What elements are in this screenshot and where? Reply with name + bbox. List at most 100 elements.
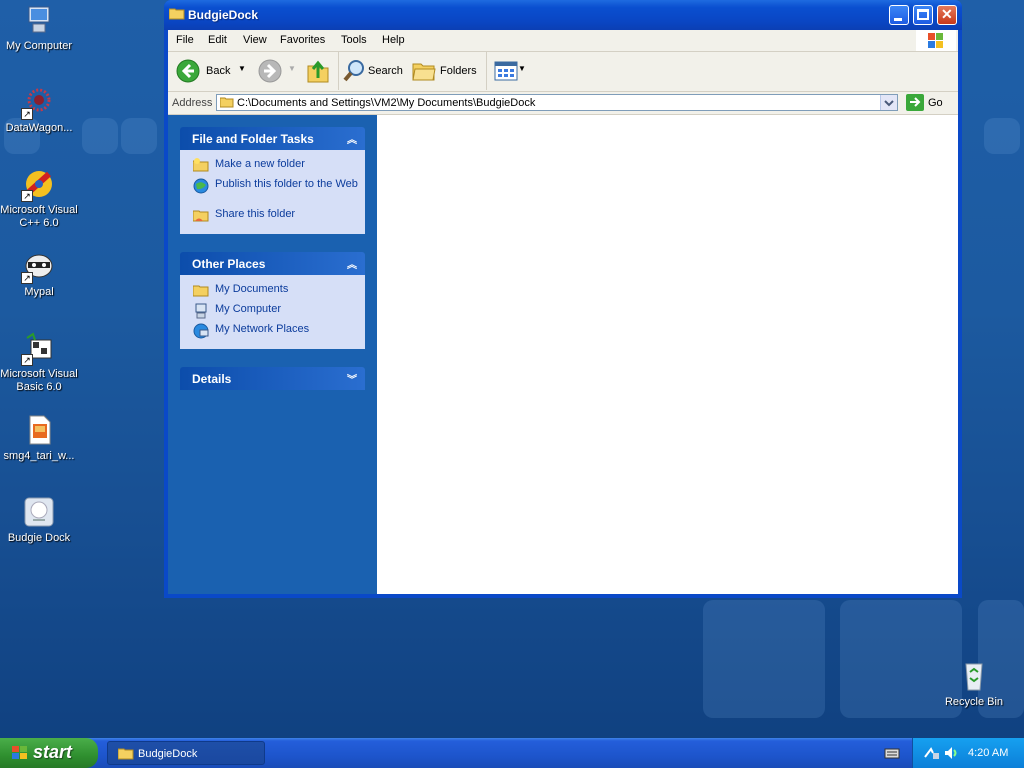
views-button[interactable] — [494, 61, 518, 81]
place-label: My Network Places — [215, 323, 310, 335]
folders-label[interactable]: Folders — [440, 65, 477, 77]
panel-body: My Documents My Computer My Network Plac… — [180, 275, 365, 349]
file-folder-tasks-panel: File and Folder Tasks ︽ Make a new folde… — [180, 127, 365, 234]
maximize-icon — [917, 9, 929, 20]
task-publish-to-web[interactable]: Publish this folder to the Web — [180, 178, 365, 208]
desktop-decor — [121, 118, 157, 154]
file-folder-tasks-header[interactable]: File and Folder Tasks ︽ — [180, 127, 365, 150]
panel-title: File and Folder Tasks — [192, 132, 314, 146]
panel-body: Make a new folder Publish this folder to… — [180, 150, 365, 234]
menu-favorites[interactable]: Favorites — [280, 34, 325, 46]
keyboard-icon[interactable] — [884, 746, 900, 760]
go-label[interactable]: Go — [928, 97, 943, 109]
window-body: File Edit View Favorites Tools Help Back… — [168, 30, 958, 594]
folder-icon — [117, 747, 134, 760]
views-icon — [494, 61, 518, 81]
shortcut-arrow-icon: ↗ — [21, 108, 33, 120]
desktop-icon-label: smg4_tari_w... — [3, 450, 75, 462]
menu-view[interactable]: View — [243, 34, 267, 46]
collapse-icon[interactable]: ︽ — [347, 131, 357, 146]
back-arrow-icon — [176, 59, 200, 83]
folder-content-area[interactable] — [377, 115, 958, 594]
address-input[interactable]: C:\Documents and Settings\VM2\My Documen… — [216, 94, 898, 111]
views-dropdown-icon[interactable]: ▼ — [518, 64, 526, 73]
go-arrow-icon — [906, 94, 924, 111]
visual-basic-icon: ↗ — [21, 332, 55, 366]
place-label: My Computer — [215, 303, 282, 315]
start-label: start — [33, 742, 73, 762]
menu-bar: File Edit View Favorites Tools Help — [168, 30, 958, 52]
desktop-icon-visual-cpp[interactable]: ↗ Microsoft Visual C++ 6.0 — [0, 168, 78, 230]
visual-cpp-icon: ↗ — [21, 168, 55, 202]
desktop-icon-label: Microsoft Visual Basic 6.0 — [0, 368, 78, 393]
place-my-computer[interactable]: My Computer — [180, 303, 365, 323]
place-my-documents[interactable]: My Documents — [180, 283, 365, 303]
menu-edit[interactable]: Edit — [208, 34, 227, 46]
desktop-icon-my-computer[interactable]: My Computer — [0, 4, 78, 53]
desktop-decor — [703, 600, 825, 718]
system-tray: 4:20 AM — [912, 738, 1024, 768]
share-folder-icon — [192, 208, 209, 222]
minimize-button[interactable] — [889, 5, 909, 25]
folders-button[interactable] — [412, 60, 436, 82]
other-places-header[interactable]: Other Places ︽ — [180, 252, 365, 275]
desktop-decor — [984, 118, 1020, 154]
shortcut-arrow-icon: ↗ — [21, 354, 33, 366]
desktop-icon-label: Budgie Dock — [7, 532, 71, 544]
toolbar-divider — [486, 52, 487, 90]
details-panel: Details ︾ — [180, 367, 365, 390]
desktop-icon-mypal[interactable]: ↗ Mypal — [0, 250, 78, 299]
forward-dropdown-icon[interactable]: ▼ — [288, 64, 296, 73]
go-button[interactable] — [906, 94, 924, 111]
mypal-icon: ↗ — [21, 250, 55, 284]
folder-up-icon — [307, 60, 329, 83]
desktop-icon-smg4[interactable]: smg4_tari_w... — [0, 414, 78, 463]
taskbar-button-label: BudgieDock — [138, 748, 198, 760]
expand-icon[interactable]: ︾ — [347, 371, 357, 386]
place-my-network-places[interactable]: My Network Places — [180, 323, 365, 343]
forward-button[interactable] — [258, 59, 282, 83]
new-folder-icon — [192, 158, 209, 172]
start-button[interactable]: start — [0, 738, 98, 768]
clock[interactable]: 4:20 AM — [968, 747, 1008, 759]
title-bar[interactable]: BudgieDock ✕ — [164, 0, 962, 30]
network-tray-icon[interactable] — [923, 745, 941, 761]
folders-icon — [412, 63, 436, 81]
window-title: BudgieDock — [188, 8, 259, 22]
volume-tray-icon[interactable] — [943, 745, 959, 761]
task-pane: File and Folder Tasks ︽ Make a new folde… — [168, 115, 377, 594]
search-button[interactable] — [343, 59, 367, 83]
address-dropdown-button[interactable] — [880, 95, 897, 110]
menu-tools[interactable]: Tools — [341, 34, 367, 46]
up-button[interactable] — [306, 58, 330, 84]
windows-logo-icon — [916, 30, 956, 51]
minimize-icon — [894, 18, 902, 21]
folder-icon — [168, 7, 185, 20]
computer-icon — [193, 303, 209, 319]
menu-help[interactable]: Help — [382, 34, 405, 46]
collapse-icon[interactable]: ︽ — [347, 256, 357, 271]
desktop-icon-recycle-bin[interactable]: Recycle Bin — [935, 660, 1013, 709]
back-label[interactable]: Back — [206, 65, 230, 77]
panel-title: Other Places — [192, 257, 266, 271]
taskbar-button-budgiedock[interactable]: BudgieDock — [107, 741, 265, 765]
search-label[interactable]: Search — [368, 65, 403, 77]
desktop-icon-budgie-dock[interactable]: Budgie Dock — [0, 496, 78, 545]
task-make-new-folder[interactable]: Make a new folder — [180, 158, 365, 178]
maximize-button[interactable] — [913, 5, 933, 25]
menu-file[interactable]: File — [176, 34, 194, 46]
address-bar: Address C:\Documents and Settings\VM2\My… — [168, 92, 958, 115]
shortcut-arrow-icon: ↗ — [21, 272, 33, 284]
desktop-icon-label: DataWagon... — [5, 122, 73, 134]
taskbar: start BudgieDock 4:20 AM — [0, 738, 1024, 768]
desktop-icon-datawagon[interactable]: ↗ DataWagon... — [0, 86, 78, 135]
address-label: Address — [172, 97, 213, 109]
close-button[interactable]: ✕ — [937, 5, 957, 25]
details-header[interactable]: Details ︾ — [180, 367, 365, 390]
task-share-folder[interactable]: Share this folder — [180, 208, 365, 228]
back-dropdown-icon[interactable]: ▼ — [238, 64, 246, 73]
desktop-icon-label: My Computer — [5, 40, 73, 52]
back-button[interactable] — [176, 59, 200, 83]
panel-title: Details — [192, 372, 232, 386]
desktop-icon-visual-basic[interactable]: ↗ Microsoft Visual Basic 6.0 — [0, 332, 78, 394]
